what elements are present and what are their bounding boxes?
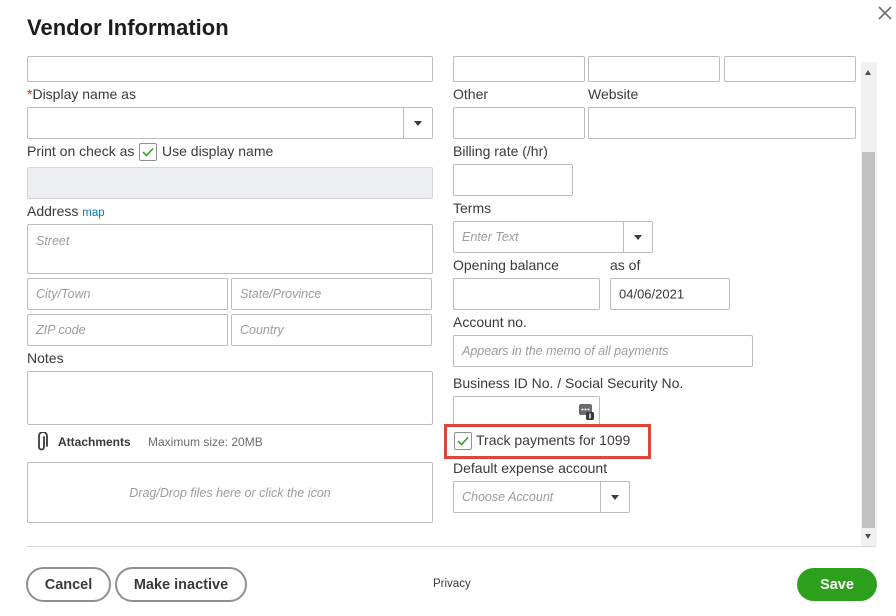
partial-field-2[interactable] — [588, 56, 720, 82]
footer-divider — [27, 546, 876, 547]
top-partial-field[interactable] — [27, 56, 433, 82]
make-inactive-button[interactable]: Make inactive — [115, 567, 247, 602]
max-size-text: Maximum size: 20MB — [148, 435, 263, 449]
state-input[interactable]: State/Province — [231, 278, 432, 310]
close-icon[interactable] — [876, 4, 894, 22]
as-of-date-input[interactable]: 04/06/2021 — [610, 278, 730, 310]
notes-label: Notes — [27, 350, 64, 366]
cancel-button[interactable]: Cancel — [26, 567, 111, 602]
display-name-label: *Display name as — [27, 86, 136, 102]
privacy-link[interactable]: Privacy — [433, 578, 471, 590]
website-input[interactable] — [588, 107, 856, 139]
website-label: Website — [588, 86, 639, 102]
display-name-select[interactable] — [27, 107, 433, 139]
scroll-up-arrow[interactable] — [865, 70, 871, 75]
zip-input[interactable]: ZIP code — [27, 314, 228, 346]
other-input[interactable] — [453, 107, 585, 139]
dialog-title: Vendor Information — [27, 15, 229, 40]
as-of-label: as of — [610, 257, 641, 273]
partial-field-1[interactable] — [453, 56, 585, 82]
highlight-box — [444, 424, 651, 459]
city-input[interactable]: City/Town — [27, 278, 228, 310]
chevron-down-icon[interactable] — [600, 482, 629, 512]
billing-rate-input[interactable] — [453, 164, 573, 196]
chevron-down-icon[interactable] — [403, 108, 432, 138]
terms-label: Terms — [453, 200, 492, 216]
save-button[interactable]: Save — [797, 568, 877, 601]
use-display-name-checkbox[interactable] — [139, 143, 157, 161]
use-display-name-label: Use display name — [162, 143, 274, 159]
account-no-input[interactable]: Appears in the memo of all payments — [453, 335, 753, 367]
paperclip-icon[interactable] — [36, 431, 48, 455]
address-label: Address map — [27, 203, 105, 219]
business-id-label: Business ID No. / Social Security No. — [453, 375, 684, 391]
map-link[interactable]: map — [82, 207, 104, 219]
billing-rate-label: Billing rate (/hr) — [453, 143, 548, 159]
street-input[interactable]: Street — [27, 224, 433, 274]
print-on-check-label: Print on check as — [27, 143, 135, 159]
country-input[interactable]: Country — [231, 314, 432, 346]
chevron-down-icon[interactable] — [623, 222, 652, 252]
attachments-dropzone[interactable]: Drag/Drop files here or click the icon — [27, 462, 433, 523]
opening-balance-label: Opening balance — [453, 257, 559, 273]
business-id-input[interactable] — [453, 396, 600, 426]
other-label: Other — [453, 86, 489, 102]
partial-field-3[interactable] — [724, 56, 856, 82]
default-expense-label: Default expense account — [453, 460, 608, 476]
attachments-label: Attachments — [58, 435, 131, 449]
terms-select[interactable]: Enter Text — [453, 221, 653, 253]
expense-account-select[interactable]: Choose Account — [453, 481, 630, 513]
scrollbar-thumb[interactable] — [862, 152, 875, 528]
account-no-label: Account no. — [453, 314, 527, 330]
opening-balance-input[interactable] — [453, 278, 600, 310]
id-card-icon[interactable] — [579, 404, 594, 423]
print-on-check-input — [27, 167, 433, 199]
scroll-down-arrow[interactable] — [865, 534, 871, 539]
notes-textarea[interactable] — [27, 371, 433, 425]
checkmark-icon — [142, 147, 154, 157]
